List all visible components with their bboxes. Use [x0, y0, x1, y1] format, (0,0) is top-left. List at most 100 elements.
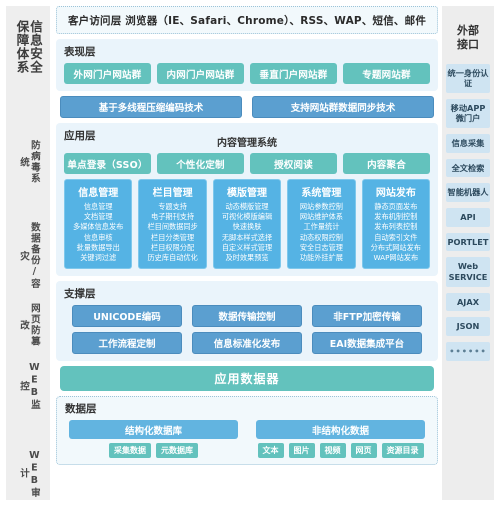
interface-chip-more[interactable]: ••••••: [446, 342, 490, 361]
db-chip-resource-catalog[interactable]: 资源目录: [381, 443, 424, 459]
interface-chip-web-service[interactable]: Web SERVICE: [446, 257, 490, 287]
module-item: 自定义样式管理: [221, 242, 273, 252]
security-item-web-audit[interactable]: WEB审计: [17, 448, 40, 500]
module-item: 无脚本样式选择: [221, 232, 273, 242]
module-item: 多媒体信息发布: [73, 222, 124, 232]
db-chip-webpage[interactable]: 网页: [350, 443, 377, 459]
module-items-system-management: 网站参数控制 网站维护体系 工作量统计 动态权限控制 安全日志管理 功能外挂扩展: [300, 202, 343, 263]
module-items-column-management: 专题支持 电子期刊支持 栏目间数据同步 栏目分类管理 栏目权限分配 历史库自动优…: [147, 202, 197, 263]
module-card-system-management[interactable]: 系统管理 网站参数控制 网站维护体系 工作量统计 动态权限控制 安全日志管理 功…: [287, 179, 356, 270]
interface-chip-fulltext-search[interactable]: 全文检索: [446, 158, 490, 178]
module-item: 网站维护体系: [299, 212, 343, 222]
application-feature-chips: 单点登录（SSO） 个性化定制 授权阅读 内容聚合: [64, 153, 430, 174]
db-chip-collected-data[interactable]: 采集数据: [109, 443, 151, 459]
module-items-site-publishing: 静态页面发布 发布机制控制 发布列表控制 自动索引文件 分布式网站发布 WAP网…: [371, 202, 421, 263]
support-layer-panel: 支撑层 UNICODE编码 数据传输控制 非FTP加密传输 工作流程定制 信息标…: [56, 281, 438, 362]
module-item: 栏目权限分配: [151, 242, 195, 252]
module-item: 栏目间数据同步: [147, 222, 198, 232]
security-sidebar: 信息安全 保障体系 防病毒系统 数据备份/容灾 网页防篡改 WEB监控 WEB审…: [6, 6, 50, 500]
feature-chip-authorized-reading[interactable]: 授权阅读: [250, 153, 337, 174]
feature-chip-sso[interactable]: 单点登录（SSO）: [64, 153, 151, 174]
interface-chip-intelligent-robot[interactable]: 智能机器人: [446, 183, 490, 203]
module-item: 动态模版管理: [225, 202, 269, 211]
unstructured-db-column: 非结构化数据 文本 图片 视频 网页 资源目录: [256, 420, 425, 459]
application-layer-panel: 应用层 内容管理系统 单点登录（SSO） 个性化定制 授权阅读 内容聚合 信息管…: [56, 123, 438, 277]
interface-chip-portlet[interactable]: PORTLET: [446, 232, 490, 252]
support-chip-non-ftp-encrypted[interactable]: 非FTP加密传输: [312, 305, 422, 328]
interface-chip-api[interactable]: API: [446, 208, 490, 227]
portal-chip-vertical[interactable]: 垂直门户网站群: [250, 63, 337, 84]
security-title-line-2: 保障体系: [14, 20, 30, 74]
client-access-layer: 客户访问层 浏览器（IE、Safari、Chrome）、RSS、WAP、短信、邮…: [56, 6, 438, 34]
module-title-system-management: 系统管理: [301, 188, 342, 199]
module-item: 动态权限控制: [299, 232, 343, 242]
interface-chip-mobile-app-portal[interactable]: 移动APP微门户: [446, 98, 490, 129]
tech-chip-site-group-sync[interactable]: 支持网站群数据同步技术: [252, 96, 434, 118]
feature-chip-personalization[interactable]: 个性化定制: [157, 153, 244, 174]
support-chip-unicode[interactable]: UNICODE编码: [72, 305, 182, 328]
support-layer-grid: UNICODE编码 数据传输控制 非FTP加密传输 工作流程定制 信息标准化发布…: [64, 305, 430, 355]
module-item: 安全日志管理: [299, 242, 343, 252]
module-item: 专题支持: [158, 202, 187, 211]
interface-chip-ajax[interactable]: AJAX: [446, 292, 490, 312]
data-layer-title: 数据层: [65, 403, 97, 416]
security-item-antivirus[interactable]: 防病毒系统: [17, 138, 40, 186]
application-layer-subtitle: 内容管理系统: [217, 138, 277, 149]
module-title-column-management: 栏目管理: [152, 188, 193, 199]
security-item-antitamper[interactable]: 网页防篡改: [17, 301, 40, 349]
structured-db-header[interactable]: 结构化数据库: [69, 420, 238, 440]
portal-chip-external[interactable]: 外网门户网站群: [64, 63, 151, 84]
application-data-bar[interactable]: 应用数据器: [60, 366, 434, 392]
db-chip-video[interactable]: 视频: [319, 443, 346, 459]
module-item: 电子期刊支持: [151, 212, 195, 222]
external-interface-title-line-1: 外部: [457, 24, 479, 37]
security-item-web-monitor[interactable]: WEB监控: [17, 360, 40, 412]
module-item: 工作量统计: [303, 222, 340, 232]
presentation-layer-title: 表现层: [64, 46, 96, 58]
module-item: 文档管理: [83, 212, 113, 222]
portal-chip-internal[interactable]: 内网门户网站群: [157, 63, 244, 84]
module-card-site-publishing[interactable]: 网站发布 静态页面发布 发布机制控制 发布列表控制 自动索引文件 分布式网站发布…: [361, 179, 431, 270]
module-card-template-management[interactable]: 模版管理 动态模版管理 可视化模版编辑 快速换肤 无脚本样式选择 自定义样式管理…: [212, 179, 282, 270]
feature-chip-content-aggregation[interactable]: 内容聚合: [343, 153, 430, 174]
module-card-column-management[interactable]: 栏目管理 专题支持 电子期刊支持 栏目间数据同步 栏目分类管理 栏目权限分配 历…: [138, 179, 207, 270]
external-interface-title-line-2: 接口: [457, 37, 479, 51]
interface-chip-unified-auth[interactable]: 统一身份认证: [446, 63, 490, 93]
module-item: 信息审核: [83, 232, 113, 242]
support-chip-data-transfer[interactable]: 数据传输控制: [192, 305, 302, 328]
data-layer-panel: 数据层 结构化数据库 采集数据 元数据库 非结构化数据 文本 图片 视频 网页: [56, 396, 438, 466]
module-item: 可视化模版编辑: [221, 212, 273, 222]
unstructured-db-header[interactable]: 非结构化数据: [256, 420, 425, 440]
support-chip-standardized-publish[interactable]: 信息标准化发布: [192, 332, 302, 355]
db-chip-metadata[interactable]: 元数据库: [156, 443, 198, 459]
support-chip-eai-platform[interactable]: EAI数据集成平台: [312, 332, 422, 355]
db-chip-image[interactable]: 图片: [288, 443, 315, 459]
external-interface-title: 外部 接口: [457, 24, 479, 52]
module-item: 静态页面发布: [374, 202, 418, 211]
module-item: 发布列表控制: [374, 222, 418, 232]
interface-chip-info-collection[interactable]: 信息采集: [446, 134, 490, 153]
support-row-2: 工作流程定制 信息标准化发布 EAI数据集成平台: [68, 332, 426, 355]
architecture-diagram: 信息安全 保障体系 防病毒系统 数据备份/容灾 网页防篡改 WEB监控 WEB审…: [0, 0, 500, 506]
db-chip-text[interactable]: 文本: [257, 443, 284, 459]
security-item-backup[interactable]: 数据备份/容灾: [17, 222, 40, 291]
module-card-info-management[interactable]: 信息管理 信息管理 文档管理 多媒体信息发布 信息审核 批量数据导出 关键词过滤: [64, 179, 133, 270]
support-chip-workflow[interactable]: 工作流程定制: [72, 332, 182, 355]
tech-chip-multithread-compression[interactable]: 基于多线程压缩编码技术: [60, 96, 242, 118]
module-item: 发布机制控制: [374, 212, 418, 222]
module-item: 信息管理: [83, 202, 113, 211]
portal-chip-topic[interactable]: 专题网站群: [343, 63, 430, 84]
interface-chip-json[interactable]: JSON: [446, 317, 490, 337]
module-item: 分布式网站发布: [370, 242, 421, 252]
security-title-line-1: 信息安全: [28, 20, 43, 74]
module-item: 历史库自动优化: [147, 253, 198, 263]
structured-db-items: 采集数据 元数据库: [69, 443, 238, 459]
module-title-site-publishing: 网站发布: [375, 188, 416, 199]
application-data-bar-label: 应用数据器: [214, 372, 280, 387]
security-sidebar-title: 信息安全 保障体系: [14, 20, 44, 115]
technology-row: 基于多线程压缩编码技术 支持网站群数据同步技术: [56, 96, 438, 118]
module-item: WAP网站发布: [373, 253, 419, 263]
support-layer-title: 支撑层: [64, 288, 96, 301]
main-stack: 客户访问层 浏览器（IE、Safari、Chrome）、RSS、WAP、短信、邮…: [50, 0, 442, 506]
module-item: 栏目分类管理: [151, 232, 195, 242]
